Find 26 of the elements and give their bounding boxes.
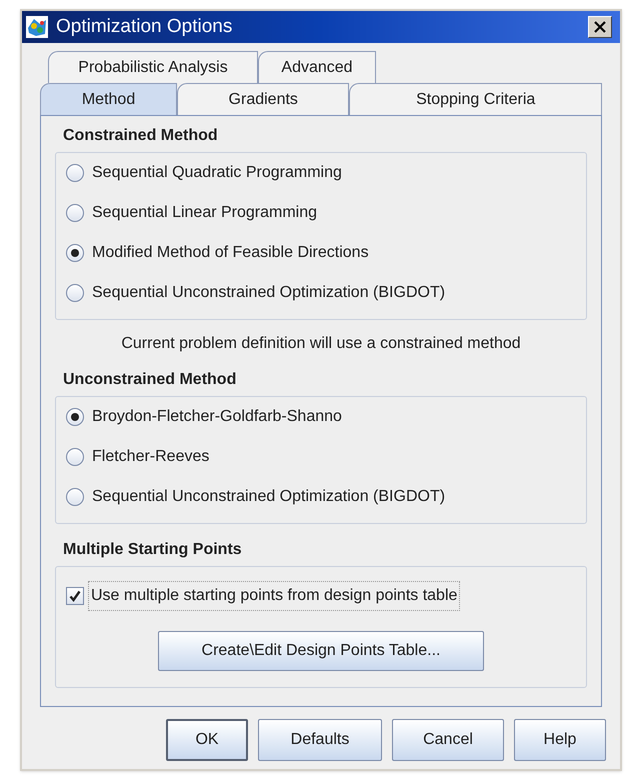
dialog-button[interactable]: Defaults [258,719,382,761]
tab[interactable]: Stopping Criteria [349,83,602,115]
dialog-button[interactable]: Help [514,719,606,761]
radio-option[interactable]: Modified Method of Feasible Directions [66,233,576,273]
radio-option[interactable]: Sequential Unconstrained Optimization (BIGDOT) [66,477,576,517]
close-icon [594,21,606,33]
app-icon [26,16,48,38]
group-title: Unconstrained Method [62,370,236,390]
radio-option[interactable]: Sequential Unconstrained Optimization (BIGDOT) [66,273,576,313]
radio-option[interactable]: Fletcher-Reeves [66,437,576,477]
radio-option[interactable]: Sequential Quadratic Programming [66,153,576,193]
tab[interactable]: Advanced [258,51,376,83]
radio-option[interactable]: Sequential Linear Programming [66,193,576,233]
radio-option[interactable]: Broydon-Fletcher-Goldfarb-Shanno [66,397,576,437]
close-button[interactable] [588,16,612,38]
dialog-button[interactable]: Cancel [392,719,504,761]
checkmark-icon [69,590,81,602]
status-note: Current problem definition will use a constrained method [120,334,522,354]
tab[interactable]: Method [40,83,178,115]
window-title: Optimization Options [56,14,234,39]
group-title: Constrained Method [62,126,218,146]
group-title: Multiple Starting Points [62,540,242,560]
design-points-button[interactable]: Create\Edit Design Points Table... [158,631,484,671]
dialog-button[interactable]: OK [166,719,248,761]
tab[interactable]: Gradients [177,83,350,115]
tab[interactable]: Probabilistic Analysis [48,51,258,83]
